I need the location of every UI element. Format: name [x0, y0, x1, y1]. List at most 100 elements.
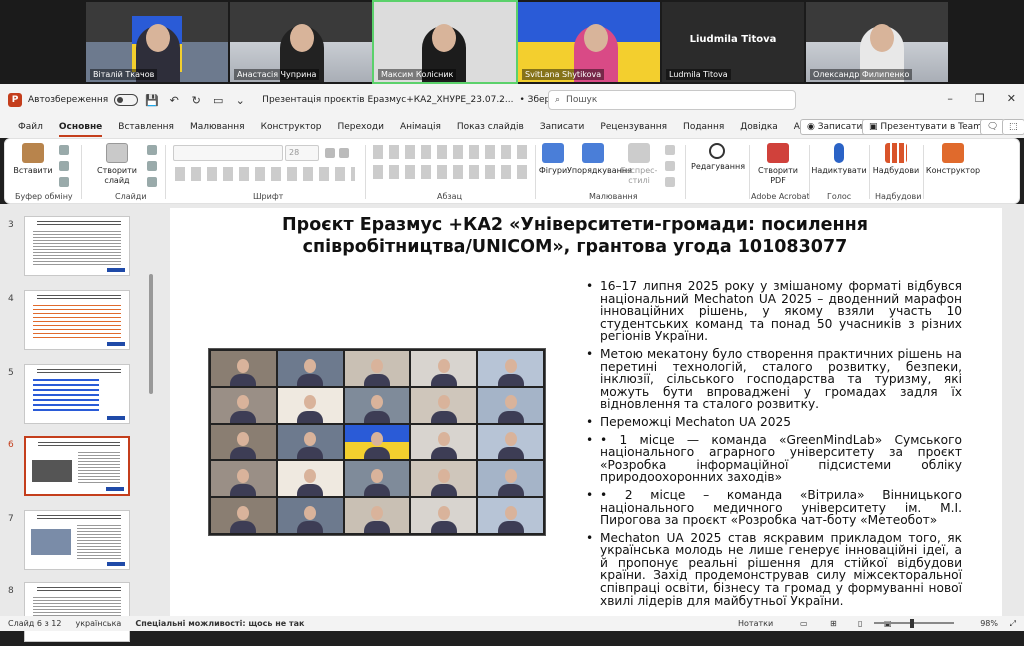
- increase-font-icon[interactable]: [325, 148, 335, 158]
- participant-tile-2[interactable]: Анастасія Чуприна: [230, 2, 372, 82]
- thumbnail-7[interactable]: 7: [0, 510, 148, 574]
- zoom-level[interactable]: 98%: [980, 619, 998, 628]
- arrange-button[interactable]: Упорядкування: [567, 143, 632, 176]
- bullet-item: • 1 місце — команда «GreenMindLab» Сумсь…: [586, 433, 962, 484]
- thumbnail-8[interactable]: 8: [0, 582, 148, 646]
- participant-tile-5[interactable]: Liudmila Titova Ludmila Titova: [662, 2, 804, 82]
- slide-body[interactable]: 16–17 липня 2025 року у змішаному формат…: [586, 280, 962, 612]
- shape-outline-icon[interactable]: [665, 161, 675, 171]
- slide-editor: Проєкт Еразмус +КА2 «Університети-громад…: [154, 204, 1024, 616]
- section-icon[interactable]: [147, 177, 157, 187]
- video-cell: [478, 351, 543, 386]
- record-button[interactable]: ◉ Записати: [800, 119, 870, 135]
- font-family-select[interactable]: [173, 145, 283, 161]
- reading-view-icon[interactable]: ▯: [858, 619, 862, 628]
- video-cell: [277, 498, 343, 533]
- designer-label: Конструктор: [925, 166, 981, 175]
- quick-styles-button[interactable]: Експрес-стилі: [619, 143, 659, 186]
- shape-fill-icon[interactable]: [665, 145, 675, 155]
- decrease-font-icon[interactable]: [339, 148, 349, 158]
- zoom-slider[interactable]: [874, 622, 954, 624]
- cut-icon[interactable]: [59, 145, 69, 155]
- font-format-buttons[interactable]: [175, 167, 355, 181]
- dictate-label: Надиктувати: [811, 166, 867, 175]
- participant-tile-1[interactable]: Віталій Ткачов: [86, 2, 228, 82]
- share-button[interactable]: ⬚: [1002, 119, 1024, 135]
- restore-icon[interactable]: ❐: [975, 92, 985, 105]
- tab-transitions[interactable]: Переходи: [330, 116, 392, 138]
- zoom-slider-thumb[interactable]: [910, 619, 914, 628]
- thumbnail-slide: [24, 216, 130, 276]
- current-slide[interactable]: Проєкт Еразмус +КА2 «Університети-громад…: [170, 208, 1002, 616]
- list-buttons[interactable]: [373, 145, 533, 159]
- pdf-icon: [767, 143, 789, 163]
- new-slide-button[interactable]: Створити слайд: [93, 143, 141, 186]
- create-pdf-button[interactable]: Створити PDF: [755, 143, 801, 186]
- video-cell: [277, 351, 343, 386]
- shapes-button[interactable]: Фігури: [537, 143, 569, 176]
- minimize-icon[interactable]: –: [947, 92, 953, 105]
- font-size-select[interactable]: 28: [285, 145, 319, 161]
- status-bar: Слайд 6 з 12 українська Спеціальні можли…: [0, 616, 1024, 631]
- tab-view[interactable]: Подання: [675, 116, 732, 138]
- new-slide-label: Створити слайд: [97, 166, 137, 185]
- ribbon-tabs: Файл Основне Вставлення Малювання Констр…: [0, 116, 1024, 138]
- shape-effects-icon[interactable]: [665, 177, 675, 187]
- slides-group-label: Слайди: [115, 192, 147, 201]
- notes-button[interactable]: Нотатки: [738, 619, 773, 628]
- video-cell: [277, 424, 343, 460]
- tab-draw[interactable]: Малювання: [182, 116, 253, 138]
- participant-tile-4[interactable]: SvitLana Shytikova: [518, 2, 660, 82]
- save-icon[interactable]: 💾: [144, 94, 160, 107]
- slide-thumbnails: 3 4 5 6 7 8: [0, 204, 148, 642]
- slide-title[interactable]: Проєкт Еразмус +КА2 «Університети-громад…: [230, 214, 920, 258]
- copy-icon[interactable]: [59, 161, 69, 171]
- editing-button[interactable]: Редагування: [691, 143, 745, 172]
- designer-button[interactable]: Конструктор: [925, 143, 981, 176]
- tab-home[interactable]: Основне: [51, 116, 110, 138]
- tab-help[interactable]: Довідка: [732, 116, 786, 138]
- create-pdf-label: Створити PDF: [758, 166, 798, 185]
- search-box[interactable]: ⌕ Пошук: [548, 90, 796, 110]
- fit-slide-icon[interactable]: ⤢: [1010, 619, 1016, 629]
- present-in-teams-button[interactable]: ▣ Презентувати в Teams: [862, 119, 994, 135]
- alignment-buttons[interactable]: [373, 165, 533, 179]
- thumbnail-3[interactable]: 3: [0, 216, 148, 280]
- accessibility-status[interactable]: Спеціальні можливості: щось не так: [135, 619, 304, 628]
- thumbnail-6[interactable]: 6: [0, 436, 148, 500]
- title-bar: P Автозбереження 💾 ↶ ↻ ▭ ⌄ Презентація п…: [0, 84, 1024, 116]
- redo-icon[interactable]: ↻: [188, 94, 204, 107]
- tab-design[interactable]: Конструктор: [253, 116, 330, 138]
- format-painter-icon[interactable]: [59, 177, 69, 187]
- undo-icon[interactable]: ↶: [166, 94, 182, 107]
- autosave-toggle[interactable]: [114, 94, 139, 106]
- language-indicator[interactable]: українська: [75, 619, 121, 628]
- participant-name: SvitLana Shytikova: [522, 69, 605, 80]
- layout-icon[interactable]: [147, 145, 157, 155]
- slideshow-icon[interactable]: ▭: [210, 94, 226, 107]
- customize-toolbar-icon[interactable]: ⌄: [232, 94, 248, 107]
- participant-tile-6[interactable]: Олександр Филипенко: [806, 2, 948, 82]
- normal-view-icon[interactable]: ▭: [800, 619, 808, 628]
- participant-tile-3[interactable]: Максим Колісник: [372, 0, 518, 84]
- paste-button[interactable]: Вставити: [11, 143, 55, 176]
- paste-label: Вставити: [13, 166, 53, 175]
- reset-icon[interactable]: [147, 161, 157, 171]
- sorter-view-icon[interactable]: ⊞: [830, 619, 837, 628]
- dictate-button[interactable]: Надиктувати: [811, 143, 867, 176]
- video-cell: [211, 461, 276, 497]
- quick-styles-icon: [628, 143, 650, 163]
- video-cell: [478, 498, 543, 533]
- addins-button[interactable]: Надбудови: [871, 143, 921, 176]
- thumbnail-5[interactable]: 5: [0, 364, 148, 428]
- tab-file[interactable]: Файл: [10, 116, 51, 138]
- close-icon[interactable]: ✕: [1007, 92, 1016, 105]
- tab-animations[interactable]: Анімація: [392, 116, 449, 138]
- tab-review[interactable]: Рецензування: [592, 116, 675, 138]
- thumbnail-4[interactable]: 4: [0, 290, 148, 354]
- video-cell: [478, 461, 543, 497]
- tab-insert[interactable]: Вставлення: [110, 116, 182, 138]
- video-cell: [344, 351, 410, 386]
- tab-slideshow[interactable]: Показ слайдів: [449, 116, 532, 138]
- tab-record[interactable]: Записати: [532, 116, 593, 138]
